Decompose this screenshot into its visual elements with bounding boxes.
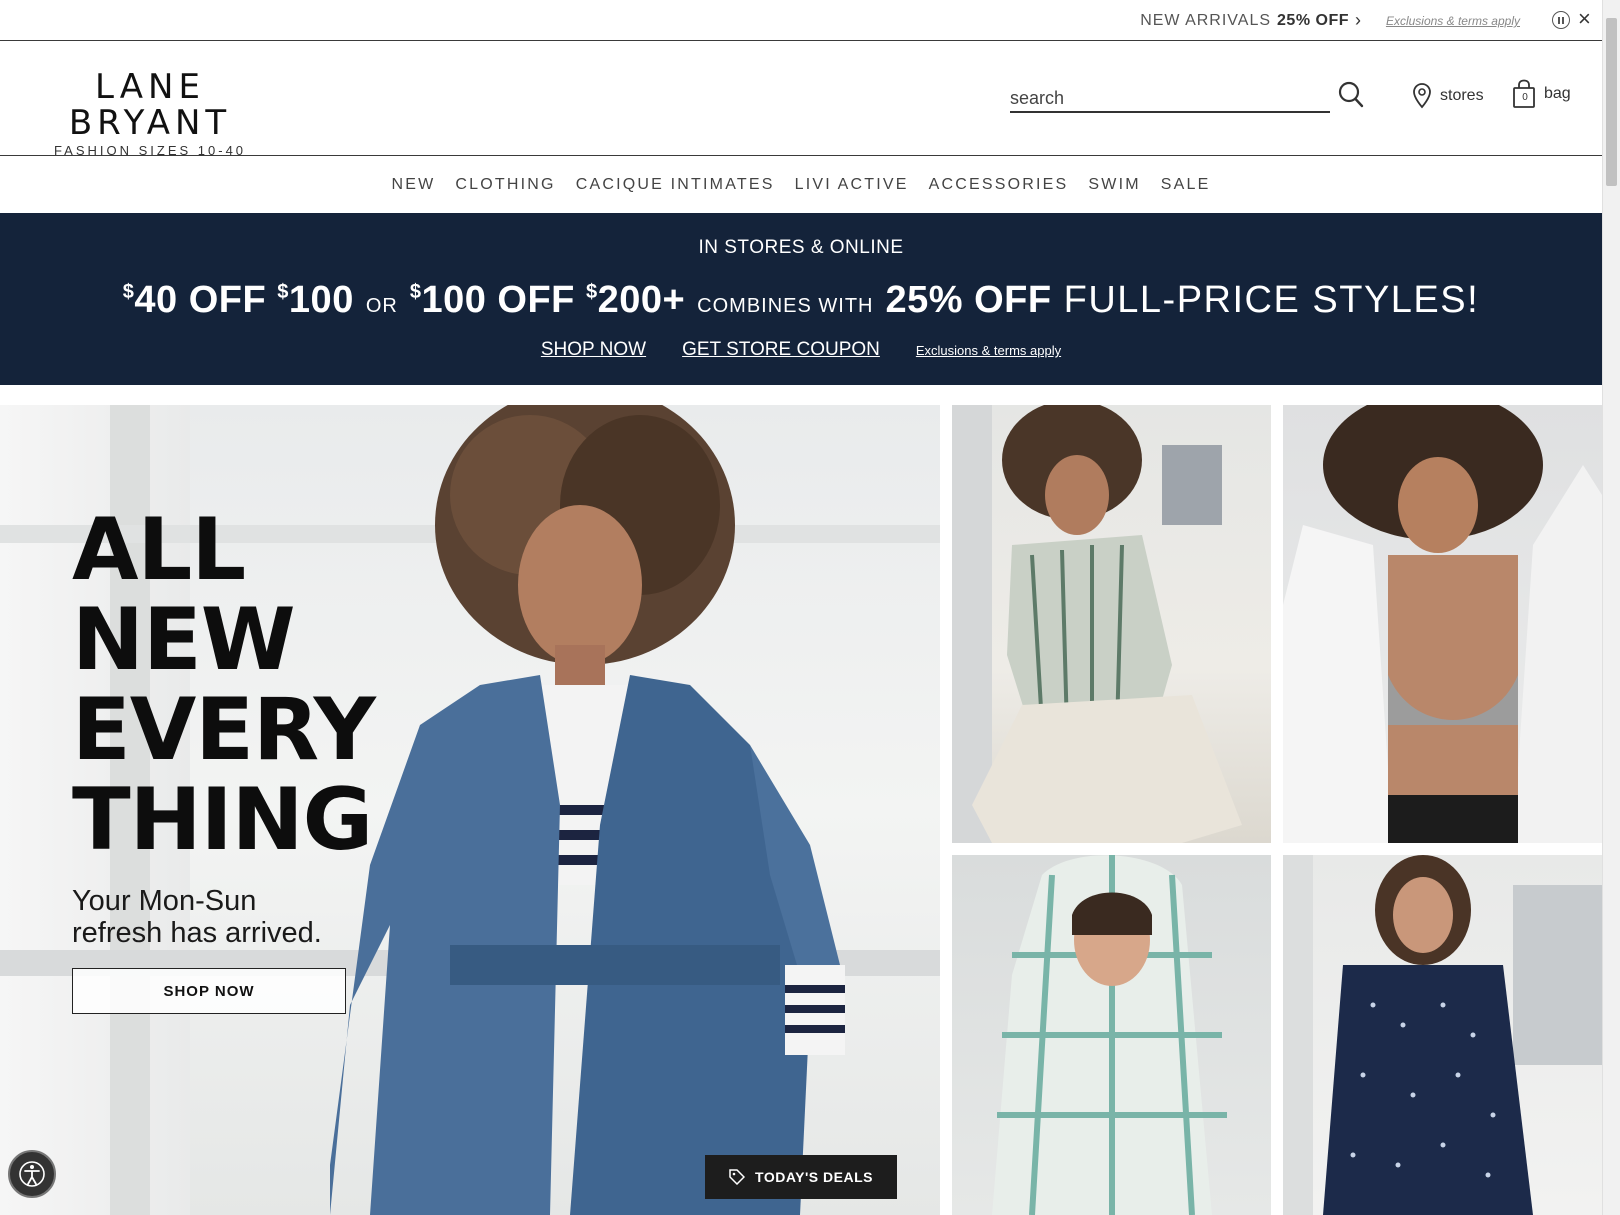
banner-offer: $40 OFF $100 OR $100 OFF $200+ COMBINES … xyxy=(0,279,1602,322)
hero-title: ALL NEW EVERY THING xyxy=(72,500,376,870)
top-promo-bar: NEW ARRIVALS 25% OFF › Exclusions & term… xyxy=(0,0,1602,41)
tile-plaid-shacket-image xyxy=(992,855,1227,1215)
tile-white-shirt-image xyxy=(1283,405,1602,843)
nav-item-cacique-intimates[interactable]: CACIQUE INTIMATES xyxy=(566,176,785,194)
promo-lead-text: NEW ARRIVALS xyxy=(1140,11,1272,29)
tile-plaid-shacket[interactable] xyxy=(952,855,1271,1215)
todays-deals-button[interactable]: TODAY'S DEALS xyxy=(705,1155,897,1199)
main-nav: NEW CLOTHING CACIQUE INTIMATES LIVI ACTI… xyxy=(0,157,1602,213)
offer-percent: 25% OFF xyxy=(885,279,1052,321)
location-pin-icon xyxy=(1413,83,1431,109)
banner-shop-now-link[interactable]: SHOP NOW xyxy=(541,339,646,361)
offer-fullprice: FULL-PRICE STYLES! xyxy=(1063,279,1480,321)
nav-item-accessories[interactable]: ACCESSORIES xyxy=(919,176,1079,194)
nav-item-livi-active[interactable]: LIVI ACTIVE xyxy=(785,176,919,194)
tile-navy-dress[interactable] xyxy=(1283,855,1602,1215)
offer-combines: COMBINES WITH xyxy=(697,295,874,317)
site-header: LANE BRYANT FASHION SIZES 10-40 stores 0… xyxy=(0,41,1602,158)
search-input[interactable] xyxy=(1010,85,1330,111)
bag-count: 0 xyxy=(1522,92,1528,103)
todays-deals-label: TODAY'S DEALS xyxy=(755,1169,873,1185)
pause-icon[interactable] xyxy=(1552,11,1570,29)
logo[interactable]: LANE BRYANT FASHION SIZES 10-40 xyxy=(20,69,280,158)
logo-brand: LANE BRYANT xyxy=(68,67,232,143)
nav-item-swim[interactable]: SWIM xyxy=(1078,176,1150,194)
tile-striped-shirt-image xyxy=(952,405,1242,843)
banner-links: SHOP NOW GET STORE COUPON Exclusions & t… xyxy=(0,339,1602,361)
promo-banner: IN STORES & ONLINE $40 OFF $100 OR $100 … xyxy=(0,213,1602,385)
nav-item-sale[interactable]: SALE xyxy=(1151,176,1221,194)
accessibility-icon[interactable] xyxy=(8,1150,56,1198)
logo-tagline: FASHION SIZES 10-40 xyxy=(53,143,247,158)
hero-subtitle: Your Mon-Sun refresh has arrived. xyxy=(72,885,322,949)
page-scrollbar[interactable] xyxy=(1602,0,1620,1215)
banner-store-coupon-link[interactable]: GET STORE COUPON xyxy=(682,339,880,361)
nav-item-new[interactable]: NEW xyxy=(381,176,445,194)
close-icon[interactable]: × xyxy=(1578,6,1591,32)
hero-model-image xyxy=(330,405,845,1215)
hero-shop-now-button[interactable]: SHOP NOW xyxy=(72,968,346,1014)
shopping-bag-icon: 0 xyxy=(1512,79,1536,109)
stores-label: stores xyxy=(1440,87,1484,104)
nav-item-clothing[interactable]: CLOTHING xyxy=(445,176,565,194)
tag-icon xyxy=(729,1169,746,1185)
promo-discount-text: 25% OFF xyxy=(1277,11,1349,29)
banner-eyebrow: IN STORES & ONLINE xyxy=(698,237,904,258)
bag-link[interactable]: 0 bag xyxy=(1512,79,1571,109)
chevron-right-icon: › xyxy=(1355,10,1362,30)
offer-2: $100 OFF $200+ xyxy=(409,279,686,321)
tile-striped-shirt[interactable] xyxy=(952,405,1271,843)
topbar-terms-link[interactable]: Exclusions & terms apply xyxy=(1386,14,1520,28)
new-arrivals-promo[interactable]: NEW ARRIVALS 25% OFF › xyxy=(1140,10,1370,31)
offer-or: OR xyxy=(365,295,398,317)
tile-navy-dress-image xyxy=(1283,855,1602,1215)
offer-1: $40 OFF $100 xyxy=(122,279,354,321)
search-icon[interactable] xyxy=(1338,81,1364,109)
scrollbar-thumb[interactable] xyxy=(1606,18,1617,186)
hero-banner[interactable]: ALL NEW EVERY THING Your Mon-Sun refresh… xyxy=(0,405,940,1215)
stores-link[interactable]: stores xyxy=(1412,83,1484,109)
search-field xyxy=(1010,85,1330,113)
banner-terms-link[interactable]: Exclusions & terms apply xyxy=(916,343,1061,358)
tile-white-shirt[interactable] xyxy=(1283,405,1602,843)
bag-label: bag xyxy=(1544,85,1571,102)
